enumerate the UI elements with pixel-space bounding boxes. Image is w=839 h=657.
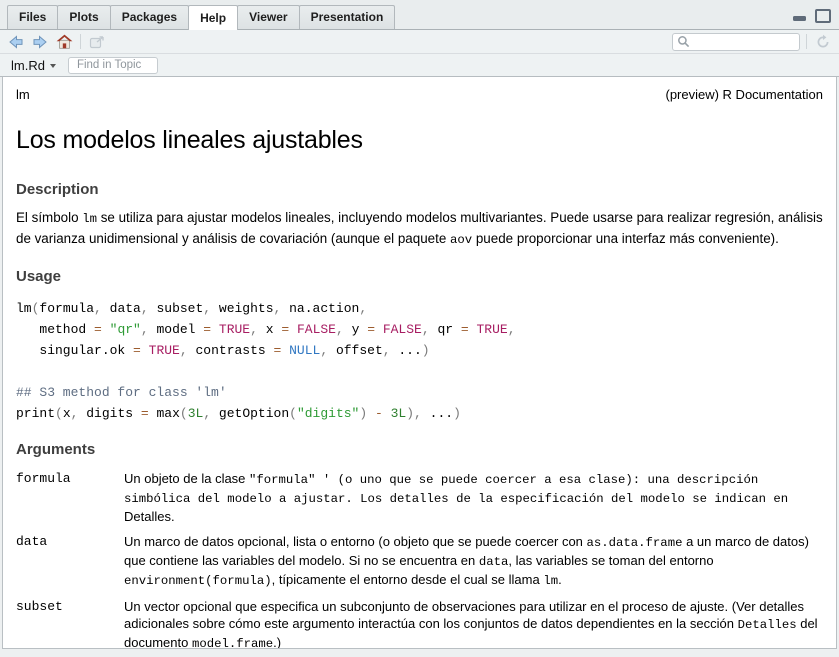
- argument-description: Un marco de datos opcional, lista o ento…: [124, 533, 823, 590]
- argument-name: subset: [16, 598, 124, 649]
- tab-viewer[interactable]: Viewer: [237, 5, 299, 29]
- home-icon: [56, 34, 73, 49]
- minimize-icon[interactable]: [793, 16, 806, 21]
- argument-description: Un objeto de la clase "formula" ' (o uno…: [124, 470, 823, 525]
- doc-topic-name: lm: [16, 87, 30, 102]
- doc-header: lm (preview) R Documentation: [16, 87, 823, 102]
- forward-icon: [32, 35, 48, 49]
- argument-description: Un vector opcional que especifica un sub…: [124, 598, 823, 649]
- open-in-new-window-button[interactable]: [87, 32, 107, 52]
- tab-presentation[interactable]: Presentation: [299, 5, 396, 29]
- doc-header-right: (preview) R Documentation: [665, 87, 823, 102]
- usage-code-block: lm(formula, data, subset, weights, na.ac…: [16, 298, 823, 424]
- toolbar-separator: [806, 34, 807, 49]
- chevron-down-icon: [50, 64, 56, 68]
- argument-row: subset Un vector opcional que especifica…: [16, 598, 823, 649]
- argument-name: formula: [16, 470, 124, 525]
- argument-name: data: [16, 533, 124, 590]
- tab-plots[interactable]: Plots: [57, 5, 110, 29]
- argument-row: formula Un objeto de la clase "formula" …: [16, 470, 823, 525]
- topic-selector[interactable]: lm.Rd: [11, 58, 56, 73]
- help-document: lm (preview) R Documentation Los modelos…: [2, 77, 837, 649]
- forward-button[interactable]: [30, 32, 50, 52]
- search-input[interactable]: [693, 34, 795, 50]
- description-paragraph: El símbolo lm se utiliza para ajustar mo…: [16, 208, 823, 250]
- find-in-topic-input[interactable]: [68, 57, 158, 74]
- help-pane-window: Files Plots Packages Help Viewer Present…: [0, 0, 839, 657]
- help-toolbar: [0, 30, 839, 54]
- description-heading: Description: [16, 181, 823, 198]
- usage-heading: Usage: [16, 268, 823, 285]
- open-in-new-window-icon: [89, 35, 105, 49]
- pane-tab-strip: Files Plots Packages Help Viewer Present…: [0, 0, 839, 30]
- help-search-box[interactable]: [672, 33, 800, 51]
- home-button[interactable]: [54, 32, 74, 52]
- topic-selector-label: lm.Rd: [11, 58, 45, 73]
- back-button[interactable]: [6, 32, 26, 52]
- topic-bar: lm.Rd: [0, 54, 839, 77]
- arguments-heading: Arguments: [16, 441, 823, 458]
- arguments-table: formula Un objeto de la clase "formula" …: [16, 470, 823, 649]
- maximize-icon[interactable]: [815, 9, 831, 23]
- refresh-button[interactable]: [813, 32, 833, 52]
- tab-files[interactable]: Files: [7, 5, 58, 29]
- tab-help[interactable]: Help: [188, 5, 238, 30]
- refresh-icon: [815, 34, 831, 50]
- search-icon: [677, 35, 690, 48]
- back-icon: [8, 35, 24, 49]
- tab-packages[interactable]: Packages: [110, 5, 189, 29]
- toolbar-separator: [80, 34, 81, 49]
- page-title: Los modelos lineales ajustables: [16, 126, 823, 155]
- window-controls: [793, 9, 831, 23]
- argument-row: data Un marco de datos opcional, lista o…: [16, 533, 823, 590]
